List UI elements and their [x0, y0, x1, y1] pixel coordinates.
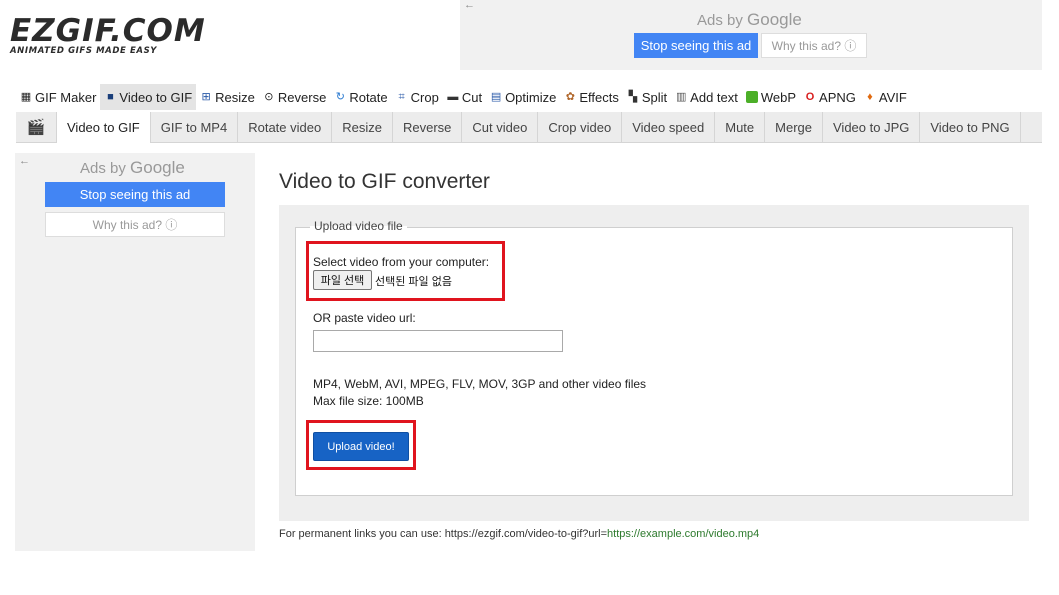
- tab-video-to-png[interactable]: Video to PNG: [920, 112, 1021, 142]
- optimize-icon: ▤: [490, 91, 502, 103]
- avif-icon: ♦: [867, 91, 873, 103]
- tab-crop-video[interactable]: Crop video: [538, 112, 623, 142]
- nav-label: Video to GIF: [119, 89, 193, 105]
- page-title: Video to GIF converter: [279, 170, 490, 193]
- supported-formats-text: MP4, WebM, AVI, MPEG, FLV, MOV, 3GP and …: [313, 377, 647, 391]
- apng-icon: O: [805, 91, 815, 103]
- ads-by-label: Ads by: [80, 160, 126, 177]
- nav-rotate[interactable]: ↻ Rotate: [330, 84, 391, 110]
- webp-icon: [745, 91, 758, 103]
- nav-label: GIF Maker: [35, 89, 97, 105]
- nav-video-to-gif[interactable]: ■ Video to GIF: [100, 84, 197, 110]
- perm-link-example[interactable]: https://example.com/video.mp4: [607, 528, 759, 540]
- reverse-icon: ⊙: [264, 91, 274, 103]
- split-icon: ▚: [628, 91, 638, 103]
- nav-label: AVIF: [878, 89, 907, 105]
- ads-by-google: Ads by Google: [80, 158, 185, 178]
- tab-rotate-video[interactable]: Rotate video: [238, 112, 333, 142]
- video-icon: ■: [107, 91, 114, 103]
- nav-label: Cut: [461, 89, 483, 105]
- top-ad-banner: ← Ads by Google Stop seeing this ad Why …: [460, 0, 1042, 70]
- max-file-size-text: Max file size: 100MB: [313, 394, 424, 408]
- left-ad-banner: ← Ads by Google Stop seeing this ad Why …: [15, 153, 255, 551]
- tab-video-to-gif[interactable]: Video to GIF: [56, 112, 151, 143]
- effects-icon: ✿: [565, 91, 575, 103]
- nav-label: Reverse: [277, 89, 327, 105]
- google-label: Google: [747, 10, 802, 29]
- nav-effects[interactable]: ✿ Effects: [560, 84, 623, 110]
- tab-mute[interactable]: Mute: [715, 112, 766, 142]
- perm-link-prefix: For permanent links you can use: https:/…: [279, 528, 608, 540]
- tab-video-to-jpg[interactable]: Video to JPG: [823, 112, 921, 142]
- resize-icon: ⊞: [201, 91, 211, 103]
- crop-icon: ⌗: [398, 91, 405, 103]
- clapperboard-icon: 🎬: [26, 119, 46, 136]
- add-text-icon: ▥: [675, 91, 687, 103]
- tab-reverse[interactable]: Reverse: [393, 112, 463, 142]
- ads-by-google: Ads by Google: [697, 10, 802, 30]
- rotate-icon: ↻: [335, 91, 345, 103]
- nav-avif[interactable]: ♦ AVIF: [860, 84, 911, 110]
- nav-optimize[interactable]: ▤ Optimize: [486, 84, 560, 110]
- nav-crop[interactable]: ⌗ Crop: [392, 84, 443, 110]
- nav-label: Resize: [215, 89, 255, 105]
- nav-reverse[interactable]: ⊙ Reverse: [259, 84, 330, 110]
- tab-cut-video[interactable]: Cut video: [462, 112, 539, 142]
- fieldset-legend: Upload video file: [310, 219, 407, 233]
- nav-label: Effects: [579, 89, 619, 105]
- permanent-link-hint: For permanent links you can use: https:/…: [279, 528, 759, 540]
- nav-split[interactable]: ▚ Split: [623, 84, 671, 110]
- nav-label: Optimize: [505, 89, 557, 105]
- gif-maker-icon: ▦: [20, 91, 32, 103]
- tab-merge[interactable]: Merge: [765, 112, 823, 142]
- nav-label: WebP: [760, 89, 797, 105]
- highlight-upload-button: [306, 420, 416, 470]
- cut-icon: ▬: [447, 91, 459, 103]
- nav-label: Split: [641, 89, 668, 105]
- tab-video-speed[interactable]: Video speed: [622, 112, 716, 142]
- stop-seeing-ad-button[interactable]: Stop seeing this ad: [45, 182, 225, 207]
- tab-resize[interactable]: Resize: [332, 112, 393, 142]
- why-this-ad-button[interactable]: Why this ad? ⓘ: [45, 212, 225, 237]
- nav-cut[interactable]: ▬ Cut: [443, 84, 486, 110]
- google-label: Google: [130, 158, 185, 177]
- tab-gif-to-mp4[interactable]: GIF to MP4: [151, 112, 239, 142]
- nav-resize[interactable]: ⊞ Resize: [196, 84, 259, 110]
- ads-by-label: Ads by: [697, 12, 743, 29]
- nav-webp[interactable]: WebP: [742, 84, 800, 110]
- logo-text: EZGIF.COM: [10, 13, 206, 49]
- stop-seeing-ad-button[interactable]: Stop seeing this ad: [634, 33, 758, 58]
- ezgif-logo[interactable]: EZGIF.COM ANIMATED GIFS MADE EASY: [10, 13, 206, 57]
- nav-gif-maker[interactable]: ▦ GIF Maker: [16, 84, 100, 110]
- main-nav: ▦ GIF Maker ■ Video to GIF ⊞ Resize ⊙ Revers…: [16, 84, 911, 110]
- highlight-file-select: [306, 241, 505, 301]
- video-url-input[interactable]: [313, 330, 563, 352]
- nav-add-text[interactable]: ▥ Add text: [671, 84, 742, 110]
- nav-label: Rotate: [349, 89, 388, 105]
- why-this-ad-button[interactable]: Why this ad? ⓘ: [761, 33, 867, 58]
- nav-label: Add text: [690, 89, 738, 105]
- nav-label: Crop: [410, 89, 439, 105]
- ad-back-arrow-icon[interactable]: ←: [19, 155, 30, 167]
- paste-url-label: OR paste video url:: [313, 311, 416, 325]
- ad-back-arrow-icon[interactable]: ←: [464, 0, 475, 11]
- sub-nav: 🎬 Video to GIF GIF to MP4 Rotate video R…: [16, 112, 1042, 143]
- nav-apng[interactable]: O APNG: [800, 84, 860, 110]
- nav-label: APNG: [819, 89, 856, 105]
